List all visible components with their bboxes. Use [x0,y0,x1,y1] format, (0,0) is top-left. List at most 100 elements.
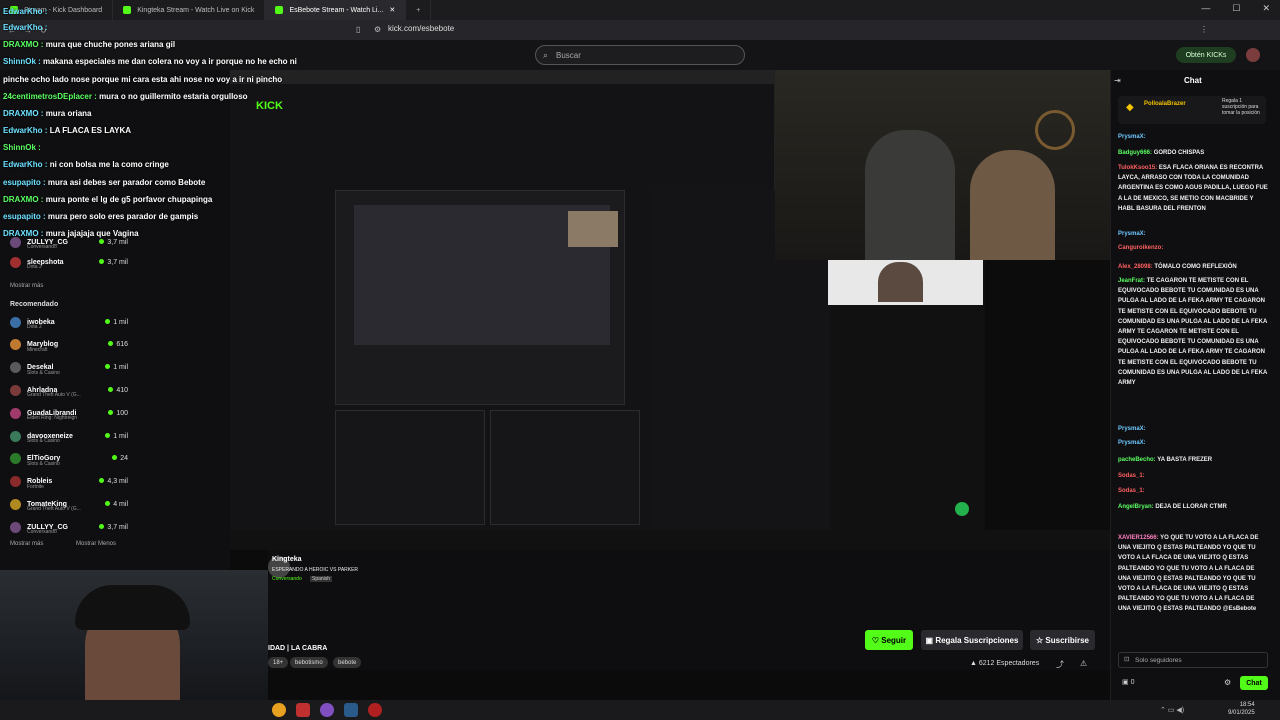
tag[interactable]: bebote [333,657,362,668]
close-tab-icon[interactable]: ✕ [389,6,395,14]
gift-subs-button[interactable]: ▣ Regala Suscripciones [921,630,1023,650]
chat-username[interactable]: Sodas_1: [1118,473,1145,479]
avatar[interactable] [1246,48,1260,62]
tray-icons[interactable]: ⌃ ▭ ◀) [1160,706,1184,714]
overlay-chat-user: DRAXMO : [3,108,44,118]
steam-icon[interactable] [344,703,358,717]
sidebar-channel[interactable]: iwobeka Dota 21 mil [10,314,128,330]
stream-category[interactable]: Conversando [272,576,302,582]
share-icon[interactable]: ⤴ [1056,659,1064,670]
chat-username[interactable]: Canguroikenzo: [1118,245,1163,251]
chat-username[interactable]: PrysmaX: [1118,440,1146,446]
send-chat-button[interactable]: Chat [1240,676,1268,690]
obten-kicks-button[interactable]: Obtén KICKs [1176,47,1236,63]
sidebar-channel[interactable]: Desekal Slots & Casino 1 mil [10,360,128,376]
search-icon: ⌕ [543,50,549,60]
chat-username[interactable]: AngelBryan: [1118,504,1154,510]
bookmark-icon[interactable]: ▯ [356,25,360,34]
points-icon[interactable]: ▣ 0 [1122,678,1134,686]
chat-username[interactable]: PrysmaX: [1118,231,1146,237]
window-controls: — ☐ ✕ [1201,3,1270,14]
overlay-chat-user: EdwarKho : [3,126,48,136]
search-input[interactable]: ⌕ Buscar [535,45,745,65]
overlay-chat-user: DRAXMO : [3,40,44,50]
show-less-link[interactable]: Mostrar Menos [76,541,116,547]
show-more-link[interactable]: Mostrar más [10,283,43,289]
pinned-gift-banner[interactable]: ◆ PolloalaBrazer Regala 1 suscripción pa… [1118,96,1266,124]
nested-browser-bar [230,70,775,84]
sidebar-channel[interactable]: Robleis Fortnite 4,3 mil [10,474,128,490]
kick-favicon-icon [275,6,284,14]
star-icon: ☆ [1036,635,1046,645]
viewer-count: 3,7 mil [107,523,128,531]
overlay-chat-user: DRAXMO : [3,194,44,204]
obs-icon[interactable] [368,703,382,717]
new-tab-button[interactable]: + [406,0,432,20]
chat-username[interactable]: PrysmaX: [1118,134,1146,140]
chat-username[interactable]: Sodas_1: [1118,488,1145,494]
overlay-chat-message: ShinnOk : makana especiales me dan coler… [3,57,297,66]
overlay-chat-text: mura oriana [45,108,92,118]
chat-username[interactable]: TulokKsoo15: [1118,165,1157,171]
app-icon[interactable] [296,703,310,717]
overlay-chat-message: esupapito : mura pero solo eres parador … [3,212,198,221]
chrome-icon[interactable] [272,703,286,717]
tab-label: Kingteka Stream - Watch Live on Kick [137,6,255,14]
live-dot-icon [99,478,105,484]
gift-label: Regala Suscripciones [935,635,1019,645]
live-dot-icon [99,523,105,529]
settings-icon[interactable]: ⚙ [1224,678,1231,687]
chat-username[interactable]: Alex_28098: [1118,264,1153,270]
video-player[interactable]: KICK [230,70,1110,550]
sidebar-channel[interactable]: sleepshota Dota 2 3,7 mil [10,254,128,270]
extensions-icon[interactable]: ⋮ [1200,25,1208,34]
viewer-count: 616 [116,341,128,349]
overlay-chat-user: 24centimetrosDEplacer : [3,91,97,101]
minimize-icon[interactable]: — [1201,3,1210,14]
url-field[interactable]: kick.com/esbebote [388,24,454,33]
tag[interactable]: 18+ [268,657,289,668]
taskbar [0,700,1280,720]
show-more-link[interactable]: Mostrar más [10,541,43,547]
stream-title: IDAD | LA CABRA [268,645,328,652]
live-dot-icon [99,258,105,264]
sidebar-channel[interactable]: ZULLYY_CG Conversando 3,7 mil [10,519,128,535]
site-info-icon[interactable]: ⚙ [374,25,381,34]
browser-tab[interactable]: Kingteka Stream - Watch Live on Kick [113,0,266,20]
nested-taskbar [230,530,1110,550]
close-window-icon[interactable]: ✕ [1262,3,1270,14]
chat-username[interactable]: pacheBecho: [1118,457,1156,463]
sidebar-channel[interactable]: davooxeneize Slots & Casino 1 mil [10,428,128,444]
chat-username[interactable]: PrysmaX: [1118,426,1146,432]
maximize-icon[interactable]: ☐ [1232,3,1240,14]
channel-category: Fortnite [27,483,44,490]
sidebar-channel[interactable]: Maryblog Minecraft 616 [10,337,128,353]
overlay-chat-text: mura que chuche pones ariana gil [45,40,176,50]
streamer-name[interactable]: Kingteka [272,556,302,563]
subscribe-button[interactable]: ☆ Suscribirse [1030,630,1095,650]
avatar [10,453,21,465]
chat-username[interactable]: Badguy666: [1118,150,1152,156]
chat-message: TulokKsoo15: ESA FLACA ORIANA ES RECONTR… [1118,163,1268,214]
tag[interactable]: bebotismo [290,657,328,668]
nested-preview [335,190,625,405]
chat-username[interactable]: XAVIER12566: [1118,535,1159,541]
sidebar-channel[interactable]: GuadaLibrandi Elden Ring: Nightreign 100 [10,405,128,421]
report-icon[interactable]: ⚠ [1080,659,1087,668]
follow-button[interactable]: ♡ Seguir [865,630,913,650]
sidebar-channel[interactable]: Ahrladna Grand Theft Auto V (G... 410 [10,382,128,398]
chat-input[interactable]: ⊡ Solo seguidores [1118,652,1268,668]
language-tag[interactable]: Spanish [310,576,333,582]
chat-message: XAVIER12566: YO QUE TU VOTO A LA FLACA D… [1118,533,1268,615]
chat-username[interactable]: JeanFrat: [1118,278,1145,284]
browser-tab-active[interactable]: EsBebote Stream - Watch Li... ✕ [265,0,407,20]
viewer-count: 3,7 mil [107,258,128,266]
collapse-chat-icon[interactable]: ⇥ [1114,76,1121,85]
overlay-chat-user: ShinnOk : [3,143,41,153]
app-icon[interactable] [320,703,334,717]
chat-text: TÓMALO COMO REFLEXIÓN [1154,264,1237,270]
sidebar-channel[interactable]: TomateKing Grand Theft Auto V (G... 4 mil [10,496,128,512]
person-silhouette [970,150,1055,260]
sidebar-channel[interactable]: ElTioGory Slots & Casino 24 [10,451,128,467]
viewer-count: ▲ 6212 Espectadores [970,660,1039,667]
